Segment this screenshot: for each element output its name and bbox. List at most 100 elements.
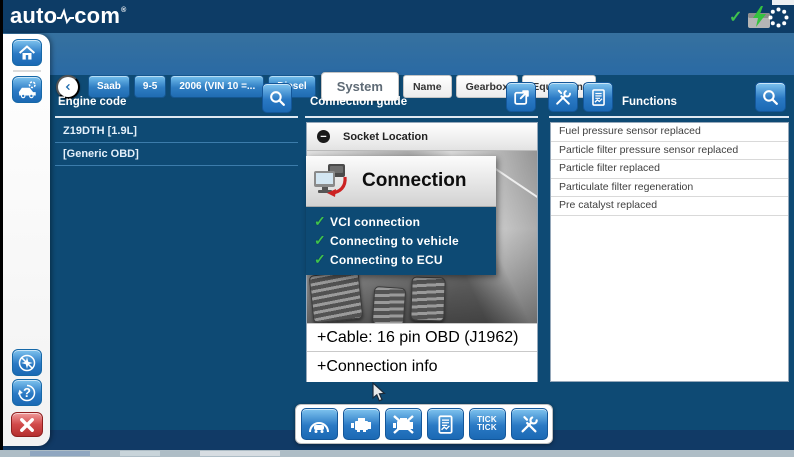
function-item[interactable]: Pre catalyst replaced (551, 197, 788, 216)
engine-panel-title: Engine code (58, 96, 126, 108)
connection-status-overlay: Connection ✓ VCI connection ✓ Connecting… (306, 156, 496, 275)
spinner-icon (768, 7, 789, 33)
functions-box: Fuel pressure sensor replacedParticle fi… (550, 122, 789, 382)
connection-info-section[interactable]: + Connection info (307, 351, 537, 382)
tools-icon (518, 413, 540, 435)
tick-label-2: TICK (477, 424, 497, 433)
engine-code-item[interactable]: Z19DTH [1.9L] (55, 120, 298, 143)
tick-tick-button[interactable]: TICK TICK (469, 408, 506, 440)
pedal (309, 271, 364, 323)
status-check-icon: ✓ (729, 7, 742, 27)
expand-icon: + (317, 329, 326, 347)
engine-icon (349, 412, 373, 436)
connection-step-label: VCI connection (330, 215, 420, 229)
function-item[interactable]: Particle filter pressure sensor replaced (551, 142, 788, 161)
report-button[interactable] (583, 82, 613, 112)
pedal (410, 276, 446, 321)
functions-search-button[interactable] (755, 82, 786, 112)
function-item[interactable]: Particle filter replaced (551, 160, 788, 179)
engine-code-item[interactable]: [Generic OBD] (55, 143, 298, 166)
connection-step-label: Connecting to vehicle (330, 234, 459, 248)
connection-step: ✓ VCI connection (306, 212, 496, 231)
logo-text-com: com (74, 3, 120, 29)
autocom-logo: auto com ® (10, 3, 126, 29)
open-external-button[interactable] (506, 82, 536, 112)
connection-overlay-header: Connection (306, 156, 496, 207)
taskbar-item (200, 451, 280, 456)
cable-section-label: Cable: 16 pin OBD (J1962) (326, 329, 518, 347)
search-icon (268, 89, 287, 108)
check-icon: ✓ (314, 213, 330, 230)
report-button[interactable] (427, 408, 464, 440)
service-tools-button[interactable] (548, 82, 578, 112)
help-icon: ? (23, 385, 31, 400)
computer-connection-icon (312, 163, 352, 199)
mouse-cursor (372, 382, 388, 404)
car-gear-icon (17, 80, 38, 99)
check-icon: ✓ (314, 251, 330, 268)
cable-section[interactable]: + Cable: 16 pin OBD (J1962) (307, 323, 537, 352)
connection-step-label: Connecting to ECU (330, 253, 443, 267)
sidebar: ? (3, 34, 50, 446)
engine-crossed-icon (391, 412, 415, 436)
expand-icon: + (317, 358, 326, 376)
connection-overlay-title: Connection (362, 170, 467, 192)
breadcrumb-button[interactable]: 2006 (VIN 10 =... (170, 75, 264, 98)
app-window: auto com ® ✓ (0, 0, 794, 457)
obd-disconnect-button[interactable] (385, 408, 422, 440)
heartbeat-icon (57, 7, 74, 25)
vehicle-info-button[interactable] (301, 408, 338, 440)
breadcrumb-button[interactable]: 9-5 (134, 75, 166, 98)
help-button[interactable]: ? (12, 379, 42, 406)
breadcrumb-button[interactable]: Saab (88, 75, 130, 98)
flight-mode-button[interactable] (12, 349, 42, 376)
report-icon (435, 414, 456, 435)
collapse-icon: − (317, 130, 330, 143)
functions-panel-divider (549, 116, 789, 118)
navigation-row: Saab9-52006 (VIN 10 =...Diesel SystemNam… (0, 33, 794, 75)
sidebar-divider (13, 70, 41, 72)
engine-search-button[interactable] (262, 83, 292, 113)
function-item[interactable]: Fuel pressure sensor replaced (551, 123, 788, 142)
connection-info-label: Connection info (326, 358, 437, 376)
functions-panel-title: Functions (622, 96, 677, 108)
chevron-left-icon (64, 80, 72, 94)
connection-panel-divider (305, 116, 538, 118)
window-edge (0, 0, 3, 450)
logo-text-auto: auto (10, 3, 57, 29)
report-icon (589, 88, 608, 107)
close-icon (18, 417, 36, 433)
service-tools-button[interactable] (511, 408, 548, 440)
quick-actions-toolbar: TICK TICK (295, 404, 553, 444)
socket-location-section[interactable]: − Socket Location (307, 123, 537, 151)
taskbar-item (30, 451, 90, 456)
engine-panel-divider (55, 116, 298, 118)
pedal (372, 286, 407, 323)
tools-icon (553, 87, 573, 107)
registered-mark: ® (121, 7, 126, 14)
search-icon (761, 88, 780, 107)
socket-location-label: Socket Location (343, 131, 428, 143)
function-item[interactable]: Particulate filter regeneration (551, 179, 788, 198)
check-icon: ✓ (314, 232, 330, 249)
top-bar: auto com ® ✓ (0, 0, 794, 33)
home-button[interactable] (12, 39, 42, 66)
connection-steps: ✓ VCI connection ✓ Connecting to vehicle… (306, 207, 496, 275)
taskbar-item (120, 451, 160, 456)
vehicle-settings-button[interactable] (12, 76, 42, 103)
connection-panel-title: Connection guide (310, 96, 407, 108)
connection-guide-box: − Socket Location (306, 122, 538, 382)
os-taskbar-sliver (0, 450, 794, 457)
plane-off-icon (17, 353, 37, 373)
connection-step: ✓ Connecting to ECU (306, 250, 496, 269)
view-tab[interactable]: Name (403, 75, 452, 98)
obd-connect-button[interactable] (343, 408, 380, 440)
background-window-fragment (772, 0, 794, 5)
home-icon (17, 44, 37, 62)
connection-step: ✓ Connecting to vehicle (306, 231, 496, 250)
vehicle-dome-icon (307, 412, 331, 436)
functions-list: Fuel pressure sensor replacedParticle fi… (551, 123, 788, 381)
close-button[interactable] (11, 412, 43, 437)
external-link-icon (512, 88, 531, 107)
engine-code-list: Z19DTH [1.9L][Generic OBD] (55, 120, 298, 166)
